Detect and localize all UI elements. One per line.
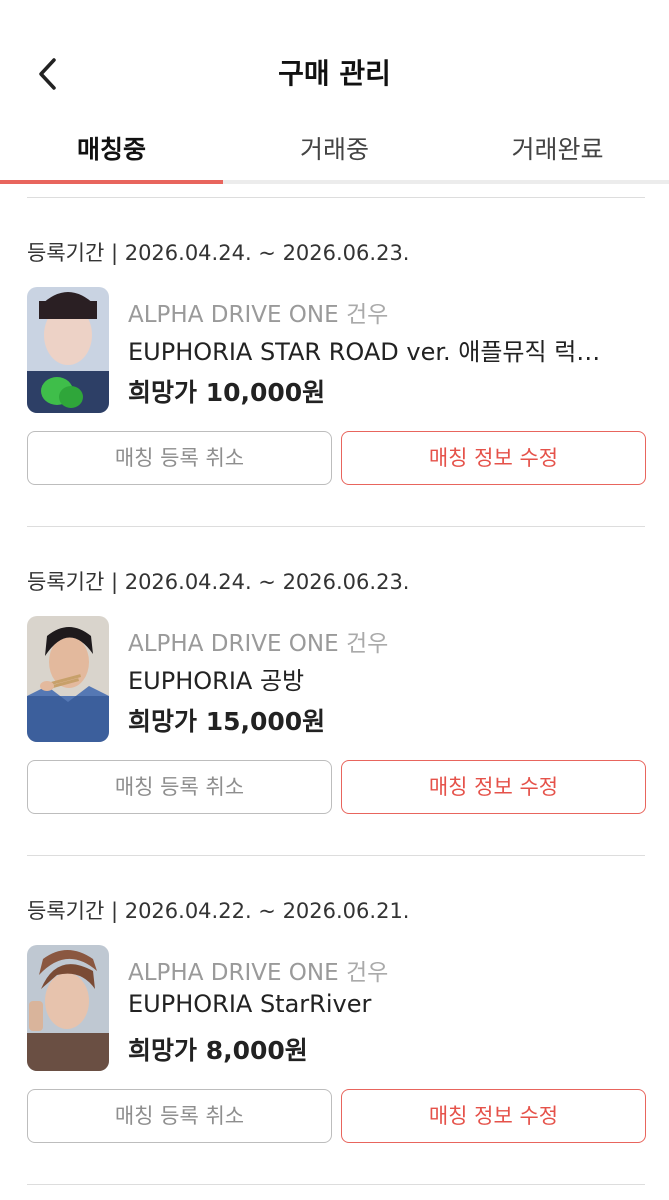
tab-completed[interactable]: 거래완료 xyxy=(446,126,669,182)
edit-matching-button[interactable]: 매칭 정보 수정 xyxy=(341,760,646,814)
member-name: 건우 xyxy=(345,960,389,986)
artist-name: ALPHA DRIVE ONE xyxy=(128,960,339,986)
listing-card: 등록기간 | 2026.04.24. ~ 2026.06.23. ALPHA D… xyxy=(0,526,669,856)
divider xyxy=(27,197,645,198)
desired-price: 희망가 15,000원 xyxy=(128,707,326,736)
tab-bar: 매칭중 거래중 거래완료 xyxy=(0,126,669,186)
edit-matching-button[interactable]: 매칭 정보 수정 xyxy=(341,431,646,485)
artist-name: ALPHA DRIVE ONE xyxy=(128,631,339,657)
cancel-matching-button[interactable]: 매칭 등록 취소 xyxy=(27,760,332,814)
artist-line: ALPHA DRIVE ONE 건우 xyxy=(128,953,388,987)
item-name: EUPHORIA StarRiver xyxy=(128,990,372,1018)
artist-name: ALPHA DRIVE ONE xyxy=(128,302,339,328)
page-title: 구매 관리 xyxy=(278,57,391,90)
desired-price: 희망가 10,000원 xyxy=(128,378,326,407)
divider xyxy=(27,1184,645,1185)
tab-in-trade[interactable]: 거래중 xyxy=(223,126,446,182)
item-name: EUPHORIA 공방 xyxy=(128,667,305,695)
item-name: EUPHORIA STAR ROAD ver. 애플뮤직 럭… xyxy=(128,338,601,366)
registration-period: 등록기간 | 2026.04.22. ~ 2026.06.21. xyxy=(27,899,410,923)
artist-line: ALPHA DRIVE ONE 건우 xyxy=(128,295,388,329)
member-name: 건우 xyxy=(345,302,389,328)
registration-period: 등록기간 | 2026.04.24. ~ 2026.06.23. xyxy=(27,241,410,265)
cancel-matching-button[interactable]: 매칭 등록 취소 xyxy=(27,1089,332,1143)
top-bar: 구매 관리 xyxy=(0,0,669,130)
photocard-thumbnail[interactable] xyxy=(27,945,109,1071)
divider xyxy=(27,526,645,527)
active-tab-indicator xyxy=(0,180,223,184)
photocard-thumbnail[interactable] xyxy=(27,616,109,742)
tab-matching[interactable]: 매칭중 xyxy=(0,126,223,182)
photocard-thumbnail[interactable] xyxy=(27,287,109,413)
listing-card: 등록기간 | 2026.04.22. ~ 2026.06.21. ALPHA D… xyxy=(0,855,669,1185)
listing-card: 등록기간 | 2026.04.24. ~ 2026.06.23. ALPHA D… xyxy=(0,197,669,527)
registration-period: 등록기간 | 2026.04.24. ~ 2026.06.23. xyxy=(27,570,410,594)
desired-price: 희망가 8,000원 xyxy=(128,1036,308,1065)
edit-matching-button[interactable]: 매칭 정보 수정 xyxy=(341,1089,646,1143)
cancel-matching-button[interactable]: 매칭 등록 취소 xyxy=(27,431,332,485)
artist-line: ALPHA DRIVE ONE 건우 xyxy=(128,624,388,658)
member-name: 건우 xyxy=(345,631,389,657)
divider xyxy=(27,855,645,856)
